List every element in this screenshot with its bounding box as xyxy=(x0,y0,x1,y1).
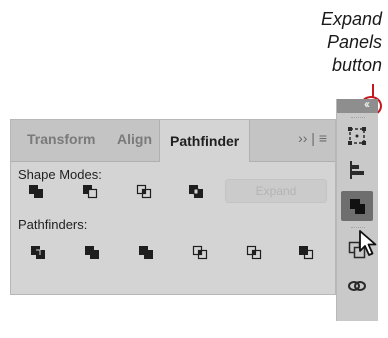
links-icon[interactable] xyxy=(341,271,373,301)
align-icon[interactable] xyxy=(341,155,373,185)
tab-pathfinder[interactable]: Pathfinder xyxy=(159,120,251,162)
unite-icon[interactable] xyxy=(25,180,47,202)
expand-panels-callout: Expand Panels button xyxy=(272,8,382,77)
callout-line-3: button xyxy=(331,55,382,75)
merge-icon[interactable] xyxy=(135,241,157,263)
panel-menu-button[interactable]: ›› | ≡ xyxy=(298,130,327,146)
trim-icon[interactable] xyxy=(81,241,103,263)
pathfinders-label: Pathfinders: xyxy=(18,217,88,232)
minus-front-icon[interactable] xyxy=(79,180,101,202)
callout-line-2: Panels xyxy=(326,32,382,52)
tab-transform[interactable]: Transform xyxy=(27,131,95,147)
expand-panels-button[interactable]: ‹‹ xyxy=(337,97,378,113)
intersect-icon[interactable] xyxy=(133,180,155,202)
minus-back-icon[interactable] xyxy=(295,241,317,263)
callout-line-1: Expand xyxy=(320,9,382,29)
panel-tab-bar: Transform Align Pathfinder ›› | ≡ xyxy=(11,120,335,162)
transform-icon[interactable] xyxy=(341,121,373,151)
exclude-icon[interactable] xyxy=(185,180,207,202)
double-chevron-icon: ‹‹ xyxy=(364,97,370,111)
divide-icon[interactable] xyxy=(27,241,49,263)
pathfinder-icon[interactable] xyxy=(341,191,373,221)
mouse-pointer-icon xyxy=(359,230,377,256)
pathfinder-panel: Transform Align Pathfinder ›› | ≡ Shape … xyxy=(10,119,336,295)
tab-align[interactable]: Align xyxy=(117,131,152,147)
collapsed-panel-dock: ‹‹ xyxy=(336,97,378,321)
outline-icon[interactable] xyxy=(243,241,265,263)
expand-button[interactable]: Expand xyxy=(225,179,327,203)
dock-grip xyxy=(351,117,365,120)
crop-icon[interactable] xyxy=(189,241,211,263)
